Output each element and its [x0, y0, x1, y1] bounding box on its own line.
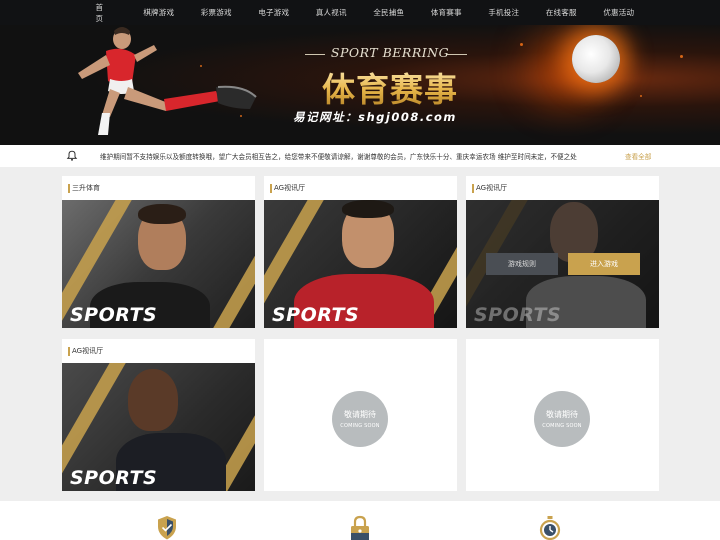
- notice-text: 维护期间暂不支持娱乐以及额度转换哦，望广大会员相互告之，给您带来不便敬请谅解，谢…: [100, 153, 577, 161]
- notice-bar: 维护期间暂不支持娱乐以及额度转换哦，望广大会员相互告之，给您带来不便敬请谅解，谢…: [0, 145, 720, 167]
- nav-item-live-casino[interactable]: 真人视讯: [303, 7, 361, 18]
- nav-item-support[interactable]: 在线客服: [533, 7, 591, 18]
- sports-watermark: SPORTS: [70, 467, 158, 489]
- nav-item-fishing[interactable]: 全民捕鱼: [360, 7, 418, 18]
- view-all-link[interactable]: 查看全部: [625, 151, 651, 161]
- coming-soon-en: COMING SOON: [542, 423, 582, 429]
- coming-soon-badge: 敬请期待 COMING SOON: [332, 391, 388, 447]
- coming-soon-card: 敬请期待 COMING SOON: [466, 339, 659, 491]
- game-card-ag-1[interactable]: AG视讯厅 SPORTS: [264, 176, 457, 328]
- banner-tagline: SPORT BERRING: [330, 45, 450, 60]
- nav-item-home[interactable]: 首 页: [73, 2, 147, 24]
- soccer-ball-icon: [572, 35, 620, 83]
- coming-soon-card: 敬请期待 COMING SOON: [264, 339, 457, 491]
- sports-watermark: SPORTS: [70, 304, 158, 326]
- banner-title: 体育赛事: [300, 63, 480, 111]
- banner-url: 易记网址：shgj008.com: [293, 110, 457, 124]
- game-rules-button[interactable]: 游戏规则: [486, 253, 558, 275]
- card-image[interactable]: SPORTS: [62, 363, 255, 491]
- card-image[interactable]: SPORTS: [62, 200, 255, 328]
- features-footer: [0, 501, 720, 540]
- bell-icon: [66, 150, 78, 161]
- card-image[interactable]: SPORTS 游戏规则 进入游戏: [466, 200, 659, 328]
- coming-soon-cn: 敬请期待: [344, 410, 376, 419]
- nav-item-slots[interactable]: 电子游戏: [245, 7, 303, 18]
- coming-soon-en: COMING SOON: [340, 423, 380, 429]
- nav-item-chess[interactable]: 棋牌游戏: [130, 7, 188, 18]
- enter-game-button[interactable]: 进入游戏: [568, 253, 640, 275]
- card-title: AG视讯厅: [62, 339, 255, 363]
- nav-item-mobile[interactable]: 手机投注: [475, 7, 533, 18]
- card-image[interactable]: SPORTS: [264, 200, 457, 328]
- coming-soon-badge: 敬请期待 COMING SOON: [534, 391, 590, 447]
- game-card-ag-3[interactable]: AG视讯厅 SPORTS: [62, 339, 255, 491]
- game-card-ag-2[interactable]: AG视讯厅 SPORTS 游戏规则 进入游戏: [466, 176, 659, 328]
- card-title: AG视讯厅: [466, 176, 659, 200]
- soccer-player-illustration: [78, 27, 257, 135]
- stopwatch-icon: [539, 516, 561, 540]
- nav-item-lottery[interactable]: 彩票游戏: [188, 7, 246, 18]
- sports-watermark: SPORTS: [272, 304, 360, 326]
- nav-item-sports[interactable]: 体育赛事: [418, 7, 476, 18]
- top-nav: 首 页 棋牌游戏 彩票游戏 电子游戏 真人视讯 全民捕鱼 体育赛事 手机投注 在…: [0, 0, 720, 25]
- padlock-icon: [351, 515, 369, 540]
- nav-item-promotions[interactable]: 优惠活动: [590, 7, 648, 18]
- shield-check-icon: [158, 516, 176, 540]
- coming-soon-cn: 敬请期待: [546, 410, 578, 419]
- card-title: AG视讯厅: [264, 176, 457, 200]
- card-title: 三升体育: [62, 176, 255, 200]
- sports-watermark: SPORTS: [474, 304, 562, 326]
- game-card-sports[interactable]: 三升体育 SPORTS: [62, 176, 255, 328]
- hero-banner: SPORT BERRING 体育赛事 易记网址：shgj008.com: [0, 25, 720, 145]
